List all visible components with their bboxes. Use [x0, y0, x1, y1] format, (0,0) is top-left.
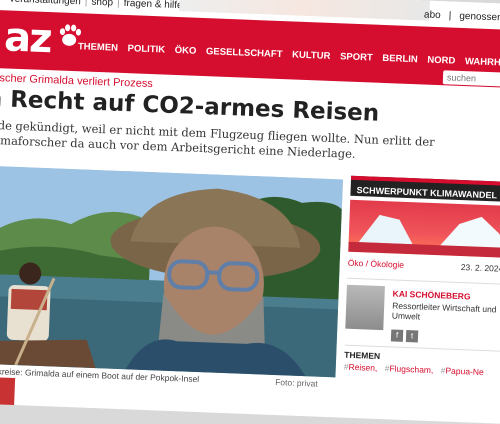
sidebar: SCHWERPUNKT KLIMAWANDEL Öko / Ökologie 2…: [344, 176, 500, 378]
separator: |: [85, 0, 88, 8]
nav-gesellschaft[interactable]: GESELLSCHAFT: [206, 46, 283, 60]
sidebar-box-title[interactable]: SCHWERPUNKT KLIMAWANDEL: [350, 176, 500, 203]
nav-kultur[interactable]: KULTUR: [292, 49, 331, 61]
author-avatar[interactable]: [345, 285, 385, 330]
nav-wahrheit[interactable]: WAHRHEIT: [465, 56, 500, 69]
link-fragen-hilfe[interactable]: fragen & hilfe: [123, 0, 182, 11]
bottom-teaser[interactable]: [0, 377, 15, 409]
iceberg-illustration: [348, 200, 500, 259]
link-veranstaltungen[interactable]: veranstaltungen: [9, 0, 81, 7]
nav-politik[interactable]: POLITIK: [127, 43, 165, 55]
nav-berlin[interactable]: BERLIN: [382, 53, 418, 65]
tag-papua[interactable]: Papua-Ne: [441, 365, 484, 377]
site-logo[interactable]: az: [3, 14, 51, 62]
search-input[interactable]: suchen: [443, 70, 500, 87]
link-abo[interactable]: abo: [424, 9, 441, 21]
link-shop[interactable]: shop: [91, 0, 113, 9]
separator: |: [117, 0, 120, 9]
nav-oeko[interactable]: ÖKO: [175, 45, 197, 57]
page: veranstaltungen|shop|fragen & hilfe abo|…: [0, 0, 500, 424]
twitter-icon[interactable]: t: [406, 330, 418, 342]
author-box: KAI SCHÖNEBERG Ressortleiter Wirtschaft …: [345, 278, 500, 344]
photo-illustration: [0, 166, 343, 378]
themes-box: THEMEN Reisen, Flugscham, Papua-Ne: [344, 345, 500, 379]
author-name[interactable]: KAI SCHÖNEBERG: [392, 288, 470, 301]
utility-links: veranstaltungen|shop|fragen & hilfe: [9, 0, 186, 11]
separator: |: [448, 10, 451, 21]
publish-date: 23. 2. 2024,: [461, 262, 500, 274]
photo-credit: Foto: privat: [275, 377, 318, 389]
article-photo[interactable]: [0, 166, 343, 378]
facebook-icon[interactable]: f: [391, 329, 403, 341]
nav-sport[interactable]: SPORT: [340, 51, 373, 63]
author-social: ft: [391, 324, 422, 343]
tag-flugscham[interactable]: Flugscham,: [385, 363, 434, 375]
tag-reisen[interactable]: Reisen,: [344, 362, 378, 373]
main-nav: THEMEN POLITIK ÖKO GESELLSCHAFT KULTUR S…: [78, 41, 500, 69]
nav-themen[interactable]: THEMEN: [78, 41, 119, 54]
sidebar-meta: Öko / Ökologie 23. 2. 2024,: [348, 258, 500, 277]
sidebar-teaser-image[interactable]: [348, 200, 500, 259]
article-lead: urde gekündigt, weil er nicht mit dem Fl…: [0, 118, 455, 166]
link-genossenschaft[interactable]: genossenschaft: [459, 11, 500, 25]
section-link[interactable]: Öko / Ökologie: [348, 258, 405, 270]
utility-right: abo | genossenschaft: [416, 9, 500, 24]
nav-nord[interactable]: NORD: [427, 55, 455, 67]
author-role: Ressortleiter Wirtschaft und Umwelt: [392, 300, 500, 324]
